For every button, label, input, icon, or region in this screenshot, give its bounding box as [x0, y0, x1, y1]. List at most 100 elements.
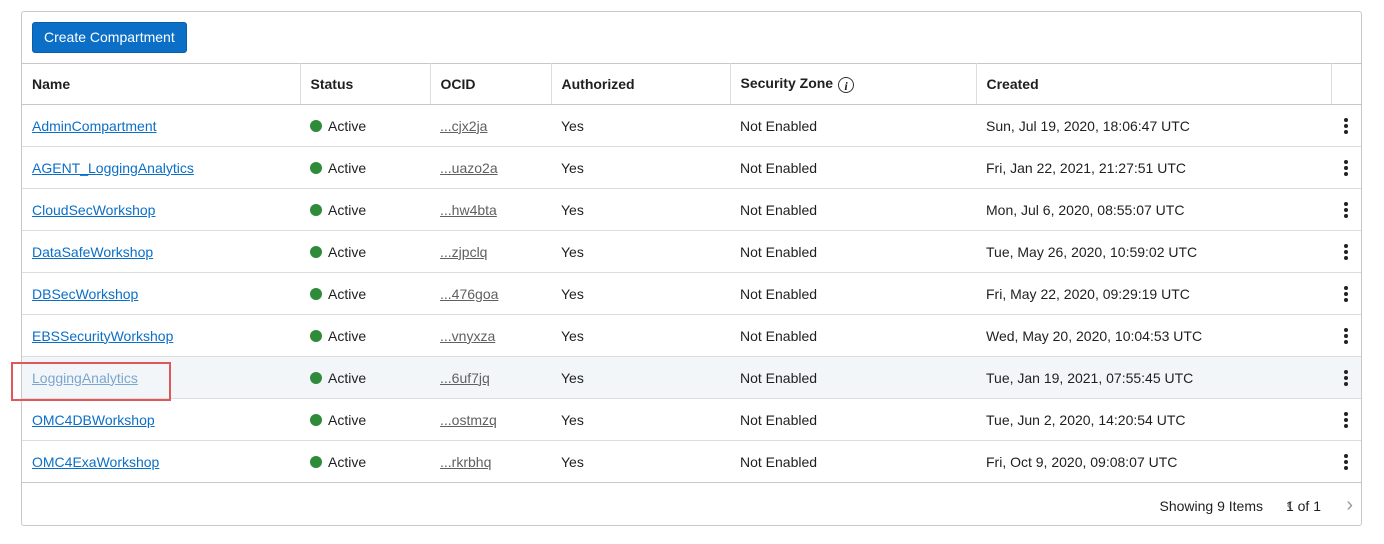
- kebab-menu-icon[interactable]: [1344, 454, 1348, 471]
- info-icon[interactable]: i: [838, 77, 855, 93]
- status-label: Active: [328, 453, 367, 470]
- toolbar: Create Compartment: [22, 12, 1361, 63]
- compartment-name-link[interactable]: AGENT_LoggingAnalytics: [32, 160, 194, 176]
- status-label: Active: [328, 327, 367, 344]
- cell-authorized: Yes: [551, 146, 730, 189]
- chevron-right-icon[interactable]: ›: [1346, 494, 1353, 517]
- cell-authorized: Yes: [551, 188, 730, 231]
- status-dot-icon: [310, 245, 322, 258]
- ocid-link[interactable]: ...rkrbhq: [440, 454, 491, 470]
- compartment-name-link[interactable]: EBSSecurityWorkshop: [32, 328, 173, 344]
- cell-security-zone: Not Enabled: [730, 104, 976, 147]
- cell-ocid: ...476goa: [430, 272, 551, 315]
- kebab-menu-icon[interactable]: [1344, 202, 1348, 219]
- cell-name: OMC4ExaWorkshop: [22, 440, 300, 483]
- ocid-link[interactable]: ...vnyxza: [440, 328, 495, 344]
- ocid-link[interactable]: ...ostmzq: [440, 412, 497, 428]
- cell-created: Fri, Jan 22, 2021, 21:27:51 UTC: [976, 146, 1331, 189]
- table-row: EBSSecurityWorkshop Active ...vnyxza Yes…: [22, 314, 1361, 357]
- kebab-menu-icon[interactable]: [1344, 286, 1348, 303]
- cell-status: Active: [300, 356, 430, 399]
- cell-name: DataSafeWorkshop: [22, 230, 300, 273]
- cell-authorized: Yes: [551, 398, 730, 441]
- table-header-row: Name Status OCID Authorized Security Zon…: [22, 63, 1361, 105]
- cell-authorized: Yes: [551, 104, 730, 147]
- table-row: AGENT_LoggingAnalytics Active ...uazo2a …: [22, 146, 1361, 189]
- cell-name: LoggingAnalytics: [22, 356, 300, 399]
- cell-created: Fri, Oct 9, 2020, 09:08:07 UTC: [976, 440, 1331, 483]
- ocid-link[interactable]: ...hw4bta: [440, 202, 497, 218]
- compartment-name-link[interactable]: CloudSecWorkshop: [32, 202, 155, 218]
- status-dot-icon: [310, 371, 322, 384]
- table-row: CloudSecWorkshop Active ...hw4bta Yes No…: [22, 188, 1361, 231]
- cell-ocid: ...uazo2a: [430, 146, 551, 189]
- cell-authorized: Yes: [551, 230, 730, 273]
- cell-created: Mon, Jul 6, 2020, 08:55:07 UTC: [976, 188, 1331, 231]
- cell-security-zone: Not Enabled: [730, 230, 976, 273]
- ocid-link[interactable]: ...6uf7jq: [440, 370, 490, 386]
- cell-security-zone: Not Enabled: [730, 314, 976, 357]
- column-header-created[interactable]: Created: [976, 63, 1332, 105]
- cell-security-zone: Not Enabled: [730, 146, 976, 189]
- table-row: DataSafeWorkshop Active ...zjpclq Yes No…: [22, 230, 1361, 273]
- cell-name: DBSecWorkshop: [22, 272, 300, 315]
- create-compartment-button[interactable]: Create Compartment: [32, 22, 187, 53]
- cell-ocid: ...vnyxza: [430, 314, 551, 357]
- cell-actions: [1331, 146, 1361, 189]
- status-dot-icon: [310, 119, 322, 132]
- cell-status: Active: [300, 104, 430, 147]
- table-row: OMC4DBWorkshop Active ...ostmzq Yes Not …: [22, 398, 1361, 441]
- cell-status: Active: [300, 146, 430, 189]
- kebab-menu-icon[interactable]: [1344, 412, 1348, 429]
- cell-ocid: ...6uf7jq: [430, 356, 551, 399]
- compartment-name-link[interactable]: OMC4ExaWorkshop: [32, 454, 159, 470]
- cell-name: OMC4DBWorkshop: [22, 398, 300, 441]
- cell-created: Wed, May 20, 2020, 10:04:53 UTC: [976, 314, 1331, 357]
- status-dot-icon: [310, 329, 322, 342]
- cell-security-zone: Not Enabled: [730, 356, 976, 399]
- ocid-link[interactable]: ...cjx2ja: [440, 118, 487, 134]
- ocid-link[interactable]: ...zjpclq: [440, 244, 487, 260]
- column-header-name[interactable]: Name: [22, 63, 301, 105]
- status-label: Active: [328, 201, 367, 218]
- cell-name: CloudSecWorkshop: [22, 188, 300, 231]
- cell-actions: [1331, 398, 1361, 441]
- compartment-name-link[interactable]: DataSafeWorkshop: [32, 244, 153, 260]
- compartment-name-link[interactable]: OMC4DBWorkshop: [32, 412, 155, 428]
- table-row: AdminCompartment Active ...cjx2ja Yes No…: [22, 104, 1361, 147]
- table-row: OMC4ExaWorkshop Active ...rkrbhq Yes Not…: [22, 440, 1361, 483]
- cell-authorized: Yes: [551, 356, 730, 399]
- kebab-menu-icon[interactable]: [1344, 370, 1348, 387]
- cell-name: AGENT_LoggingAnalytics: [22, 146, 300, 189]
- kebab-menu-icon[interactable]: [1344, 118, 1348, 135]
- status-label: Active: [328, 117, 367, 134]
- column-header-security-zone-label: Security Zone: [740, 75, 834, 91]
- compartment-name-link[interactable]: DBSecWorkshop: [32, 286, 138, 302]
- column-header-authorized[interactable]: Authorized: [551, 63, 731, 105]
- cell-ocid: ...cjx2ja: [430, 104, 551, 147]
- cell-security-zone: Not Enabled: [730, 188, 976, 231]
- compartment-name-link[interactable]: AdminCompartment: [32, 118, 157, 134]
- cell-name: EBSSecurityWorkshop: [22, 314, 300, 357]
- kebab-menu-icon[interactable]: [1344, 328, 1348, 345]
- cell-status: Active: [300, 188, 430, 231]
- ocid-link[interactable]: ...476goa: [440, 286, 498, 302]
- column-header-ocid[interactable]: OCID: [430, 63, 552, 105]
- column-header-security-zone[interactable]: Security Zone i: [730, 63, 977, 105]
- cell-name: AdminCompartment: [22, 104, 300, 147]
- cell-actions: [1331, 440, 1361, 483]
- cell-created: Sun, Jul 19, 2020, 18:06:47 UTC: [976, 104, 1331, 147]
- cell-actions: [1331, 104, 1361, 147]
- page-indicator: 1 of 1: [1285, 498, 1321, 514]
- cell-security-zone: Not Enabled: [730, 398, 976, 441]
- column-header-status[interactable]: Status: [300, 63, 431, 105]
- kebab-menu-icon[interactable]: [1344, 244, 1348, 261]
- kebab-menu-icon[interactable]: [1344, 160, 1348, 177]
- column-header-actions: [1331, 63, 1361, 105]
- compartment-name-link[interactable]: LoggingAnalytics: [32, 370, 138, 386]
- items-count: Showing 9 Items: [1159, 498, 1264, 514]
- cell-created: Fri, May 22, 2020, 09:29:19 UTC: [976, 272, 1331, 315]
- compartments-panel: Create Compartment Name Status OCID Auth…: [21, 11, 1362, 526]
- ocid-link[interactable]: ...uazo2a: [440, 160, 498, 176]
- cell-authorized: Yes: [551, 272, 730, 315]
